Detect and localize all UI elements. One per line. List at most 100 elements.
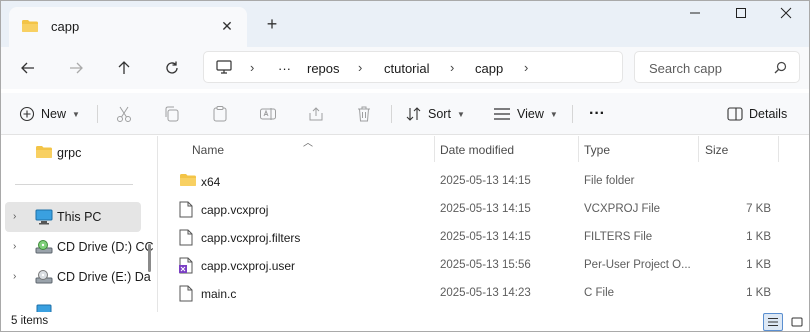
close-window-button[interactable] — [764, 7, 808, 27]
sidebar-item-label: This PC — [57, 210, 102, 224]
file-row[interactable]: capp.vcxproj.filters 2025-05-13 14:15 FI… — [159, 223, 809, 251]
breadcrumb-separator[interactable]: › — [250, 60, 254, 75]
file-date: 2025-05-13 14:15 — [440, 203, 531, 215]
breadcrumb-separator[interactable]: › — [524, 60, 528, 75]
file-row[interactable]: capp.vcxproj 2025-05-13 14:15 VCXPROJ Fi… — [159, 195, 809, 223]
file-name: x64 — [201, 175, 221, 189]
breadcrumb-separator[interactable]: › — [450, 60, 454, 75]
file-size: 1 KB — [746, 231, 771, 243]
file-type: File folder — [584, 175, 635, 187]
view-lines-icon — [494, 108, 510, 120]
up-button[interactable] — [111, 55, 137, 81]
file-row[interactable]: x64 2025-05-13 14:15 File folder — [159, 167, 809, 195]
file-row[interactable]: capp.vcxproj.user 2025-05-13 15:56 Per-U… — [159, 251, 809, 279]
tiles-view-icon — [791, 317, 803, 327]
divider — [97, 105, 98, 123]
title-bar: capp ✕ + — [1, 1, 809, 47]
maximize-icon — [736, 8, 746, 18]
column-divider[interactable] — [778, 136, 779, 162]
file-date: 2025-05-13 14:23 — [440, 287, 531, 299]
file-size: 7 KB — [746, 203, 771, 215]
command-bar: New ▼ Sort ▼ View ▼ ··· Details — [1, 93, 809, 135]
network-icon — [35, 301, 53, 312]
address-bar[interactable]: › ··· repos › ctutorial › capp › — [203, 51, 623, 83]
sort-button[interactable]: Sort ▼ — [406, 103, 465, 125]
arrow-up-icon — [118, 61, 130, 74]
arrow-right-icon — [70, 62, 83, 74]
sort-ascending-icon: ︿ — [303, 138, 313, 149]
breadcrumb-separator[interactable]: › — [358, 60, 362, 75]
refresh-icon — [166, 61, 178, 74]
column-header-date[interactable]: Date modified — [440, 143, 514, 157]
sidebar-item-this-pc[interactable]: › This PC — [5, 202, 141, 232]
breadcrumb-ctutorial[interactable]: ctutorial — [384, 61, 430, 76]
breadcrumb-overflow[interactable]: ··· — [278, 61, 291, 76]
column-divider[interactable] — [698, 136, 699, 162]
tab-title: capp — [51, 19, 80, 34]
file-type: VCXPROJ File — [584, 203, 661, 215]
minimize-button[interactable] — [673, 7, 717, 27]
back-button[interactable] — [15, 55, 41, 81]
maximize-button[interactable] — [719, 7, 763, 27]
sidebar-item-label: CD Drive (D:) CC — [57, 240, 154, 254]
status-bar: 5 items — [1, 312, 809, 331]
trash-icon[interactable] — [355, 105, 373, 123]
file-name: main.c — [201, 287, 237, 301]
expand-chevron-icon[interactable]: › — [13, 211, 16, 222]
search-box[interactable]: Search capp — [634, 51, 800, 83]
file-list: ︿ Name Date modified Type Size x64 2025-… — [159, 136, 809, 312]
column-header-size[interactable]: Size — [705, 143, 728, 157]
column-divider[interactable] — [434, 136, 435, 162]
folder-icon — [179, 173, 197, 190]
details-view-icon — [768, 318, 778, 326]
chevron-down-icon: ▼ — [72, 109, 80, 119]
close-icon — [780, 7, 792, 19]
new-tab-button[interactable]: + — [263, 15, 281, 33]
divider — [15, 184, 133, 185]
details-view-button[interactable] — [763, 313, 783, 331]
column-divider[interactable] — [578, 136, 579, 162]
sidebar-item-grpc[interactable]: grpc — [5, 138, 141, 168]
file-name: capp.vcxproj — [201, 203, 269, 217]
search-input[interactable]: Search capp — [649, 61, 722, 76]
copy-icon[interactable] — [163, 105, 181, 123]
file-size: 1 KB — [746, 259, 771, 271]
divider — [391, 105, 392, 123]
breadcrumb-capp[interactable]: capp — [475, 61, 503, 76]
paste-icon[interactable] — [211, 105, 229, 123]
column-header-type[interactable]: Type — [584, 143, 610, 157]
sidebar-item-cd-drive-d[interactable]: › CD Drive (D:) CC — [5, 232, 154, 262]
tab-capp[interactable]: capp ✕ — [9, 7, 247, 47]
cut-icon[interactable] — [115, 105, 133, 123]
pc-icon — [35, 209, 53, 228]
sidebar-scrollbar[interactable] — [148, 244, 151, 272]
file-row[interactable]: main.c 2025-05-13 14:23 C File 1 KB — [159, 279, 809, 307]
tiles-view-button[interactable] — [787, 313, 807, 331]
folder-icon — [21, 19, 39, 36]
file-name: capp.vcxproj.user — [201, 259, 296, 273]
expand-chevron-icon[interactable]: › — [13, 241, 16, 252]
close-tab-icon[interactable]: ✕ — [217, 16, 237, 36]
chevron-down-icon: ▼ — [456, 109, 465, 119]
sidebar-item-cd-drive-e[interactable]: › CD Drive (E:) Da — [5, 262, 151, 292]
file-name: capp.vcxproj.filters — [201, 231, 301, 245]
file-date: 2025-05-13 14:15 — [440, 175, 531, 187]
breadcrumb-repos[interactable]: repos — [307, 61, 340, 76]
file-date: 2025-05-13 14:15 — [440, 231, 531, 243]
share-icon[interactable] — [307, 105, 325, 123]
column-header-name[interactable]: Name — [192, 143, 224, 157]
sidebar-item-label: grpc — [57, 146, 82, 160]
details-pane-button[interactable]: Details — [727, 103, 787, 125]
view-button[interactable]: View ▼ — [493, 103, 558, 125]
expand-chevron-icon[interactable]: › — [13, 271, 16, 282]
rename-icon[interactable] — [259, 105, 277, 123]
file-date: 2025-05-13 15:56 — [440, 259, 531, 271]
new-button[interactable]: New ▼ — [19, 103, 80, 125]
see-more-button[interactable]: ··· — [589, 103, 605, 125]
arrow-left-icon — [21, 62, 34, 74]
refresh-button[interactable] — [159, 55, 185, 81]
forward-button[interactable] — [63, 55, 89, 81]
minimize-icon — [690, 12, 700, 14]
plus-circle-icon — [19, 106, 35, 122]
sidebar-item-network[interactable] — [5, 294, 141, 312]
